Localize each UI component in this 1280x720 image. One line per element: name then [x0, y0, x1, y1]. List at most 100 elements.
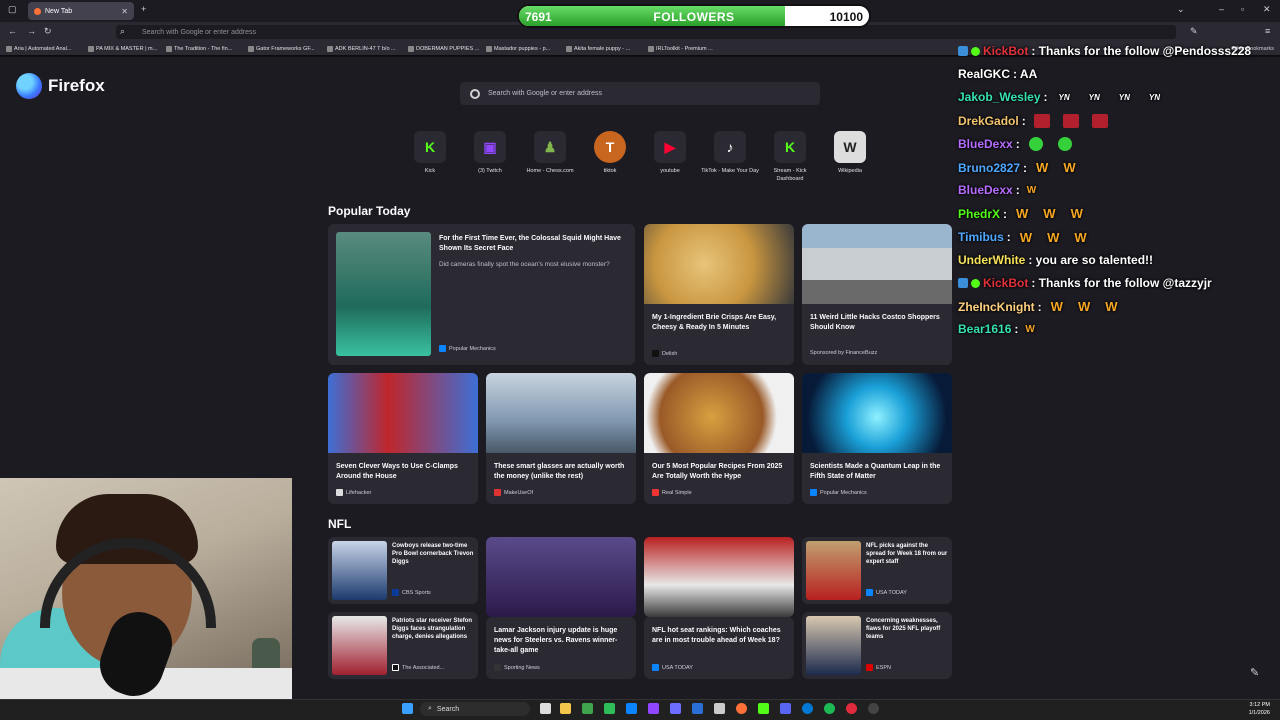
forward-icon[interactable]: →: [27, 26, 36, 36]
chat-message: BlueDexx : W: [958, 183, 1036, 197]
chat-username[interactable]: BlueDexx: [958, 183, 1013, 197]
chat-username[interactable]: Bruno2827: [958, 161, 1020, 175]
edge-icon[interactable]: [802, 703, 813, 714]
firefox-taskbar-icon[interactable]: [736, 703, 747, 714]
emote-icon: W: [1077, 299, 1091, 315]
app-icon[interactable]: [714, 703, 725, 714]
chat-message: PhedrX :WWW: [958, 206, 1089, 221]
bookmark-item[interactable]: Mastador puppies - p...: [486, 46, 550, 52]
emote-icon: [1057, 136, 1072, 151]
story-card[interactable]: Patriots star receiver Stefon Diggs face…: [328, 612, 478, 679]
app-icon[interactable]: [604, 703, 615, 714]
story-card[interactable]: My 1-Ingredient Brie Crisps Are Easy, Ch…: [644, 224, 794, 365]
app-icon[interactable]: [582, 703, 593, 714]
bookmark-item[interactable]: Gator Frameworks GF...: [248, 46, 315, 52]
chat-username[interactable]: Bear1616: [958, 322, 1011, 336]
source-icon: [866, 589, 873, 596]
story-card[interactable]: 11 Weird Little Hacks Costco Shoppers Sh…: [802, 224, 952, 365]
bookmark-item[interactable]: ADK BERLIN-47 T b/o ...: [327, 46, 396, 52]
shortcut-twitch[interactable]: ▣ (3) Twitch: [460, 131, 520, 175]
back-icon[interactable]: ←: [8, 26, 17, 36]
section-nfl: NFL: [328, 517, 352, 531]
bookmark-item[interactable]: The Tradition - The fin...: [166, 46, 232, 52]
bookmark-item[interactable]: Aria | Automated Anal...: [6, 46, 71, 52]
extensions-icon[interactable]: ✎: [1190, 26, 1198, 37]
other-bookmarks[interactable]: Other Bookmarks: [1231, 46, 1274, 52]
close-window-icon[interactable]: ✕: [1263, 4, 1271, 15]
brand-name: Firefox: [48, 76, 105, 95]
tiktok-icon: ♪: [714, 131, 746, 163]
chat-text: :: [1014, 322, 1019, 337]
follower-label: FOLLOWERS: [653, 10, 735, 24]
close-tab-icon[interactable]: ✕: [121, 7, 128, 16]
new-tab-icon[interactable]: +: [141, 4, 146, 14]
chat-username[interactable]: UnderWhite: [958, 253, 1025, 267]
story-card[interactable]: Our 5 Most Popular Recipes From 2025 Are…: [644, 373, 794, 504]
tab-list-icon[interactable]: ▢: [8, 4, 17, 15]
chat-text: : AA: [1013, 67, 1038, 82]
tab-new-tab[interactable]: New Tab ✕: [28, 2, 134, 20]
search-icon: ⌕: [428, 705, 432, 712]
emote-icon: [1091, 113, 1108, 128]
bookmark-item[interactable]: PA MIX & MASTER | m...: [88, 46, 157, 52]
story-card[interactable]: These smart glasses are actually worth t…: [486, 373, 636, 504]
shortcut-tiktok-make-your-day[interactable]: ♪ TikTok - Make Your Day: [700, 131, 760, 175]
chevron-down-icon[interactable]: ⌄: [1177, 4, 1185, 15]
shortcut-kick[interactable]: K Kick: [400, 131, 460, 175]
story-card[interactable]: Seven Clever Ways to Use C-Clamps Around…: [328, 373, 478, 504]
task-view-icon[interactable]: [540, 703, 551, 714]
app-icon[interactable]: [692, 703, 703, 714]
story-card[interactable]: NFL hot seat rankings: Which coaches are…: [644, 617, 794, 679]
chat-username[interactable]: Timibus: [958, 230, 1004, 244]
story-card[interactable]: Scientists Made a Quantum Leap in the Fi…: [802, 373, 952, 504]
taskbar-search[interactable]: ⌕ Search: [420, 702, 530, 716]
windows-start-icon[interactable]: [402, 703, 413, 714]
story-card[interactable]: Lamar Jackson injury update is huge news…: [486, 617, 636, 679]
bookmark-item[interactable]: IRLToolkit - Premium ...: [648, 46, 713, 52]
chat-username[interactable]: PhedrX: [958, 207, 1000, 221]
customize-pencil-icon[interactable]: ✎: [1250, 666, 1259, 679]
shortcut-chess[interactable]: ♟ Home - Chess.com: [520, 131, 580, 175]
maximize-icon[interactable]: ▫: [1241, 4, 1244, 14]
story-card[interactable]: [644, 537, 794, 617]
shortcut-tiktok[interactable]: T tiktok: [580, 131, 640, 175]
shortcut-wikipedia[interactable]: W Wikipedia: [820, 131, 880, 175]
spotify-icon[interactable]: [824, 703, 835, 714]
app-icon[interactable]: [846, 703, 857, 714]
chat-username[interactable]: KickBot: [983, 276, 1028, 290]
newtab-search-input[interactable]: Search with Google or enter address: [460, 82, 820, 105]
story-card[interactable]: Concerning weaknesses, flaws for 2025 NF…: [802, 612, 952, 679]
wikipedia-icon: W: [834, 131, 866, 163]
bookmark-item[interactable]: DOBERMAN PUPPIES ...: [408, 46, 479, 52]
chat-message: RealGKC : AA: [958, 67, 1037, 81]
bookmark-item[interactable]: Akita female puppy - ...: [566, 46, 630, 52]
windows-taskbar: [0, 699, 1280, 720]
app-icon[interactable]: [670, 703, 681, 714]
story-card[interactable]: Cowboys release two-time Pro Bowl corner…: [328, 537, 478, 604]
chat-username[interactable]: RealGKC: [958, 67, 1010, 81]
chat-username[interactable]: Jakob_Wesley: [958, 90, 1041, 104]
obs-icon[interactable]: [868, 703, 879, 714]
chat-username[interactable]: DrekGadol: [958, 114, 1019, 128]
taskbar-clock[interactable]: 3:12 PM 1/1/2026: [1249, 701, 1270, 717]
chat-username[interactable]: ZheIncKnight: [958, 300, 1035, 314]
section-popular-today: Popular Today: [328, 204, 411, 218]
webcam-feed: [0, 478, 292, 720]
emote-icon: W: [1050, 299, 1063, 315]
story-card[interactable]: For the First Time Ever, the Colossal Sq…: [328, 224, 635, 365]
chat-username[interactable]: BlueDexx: [958, 137, 1013, 151]
app-icon[interactable]: [758, 703, 769, 714]
file-explorer-icon[interactable]: [560, 703, 571, 714]
chat-username[interactable]: KickBot: [983, 44, 1028, 58]
menu-icon[interactable]: ≡: [1265, 26, 1270, 36]
story-image: [806, 541, 861, 600]
minimize-icon[interactable]: –: [1219, 4, 1224, 14]
shortcut-youtube[interactable]: ▶ youtube: [640, 131, 700, 175]
discord-icon[interactable]: [780, 703, 791, 714]
reload-icon[interactable]: ↻: [44, 26, 52, 37]
app-icon[interactable]: [648, 703, 659, 714]
app-icon[interactable]: [626, 703, 637, 714]
story-card[interactable]: [486, 537, 636, 617]
story-card[interactable]: NFL picks against the spread for Week 18…: [802, 537, 952, 604]
shortcut-kick-dashboard[interactable]: K Stream - Kick Dashboard: [760, 131, 820, 183]
